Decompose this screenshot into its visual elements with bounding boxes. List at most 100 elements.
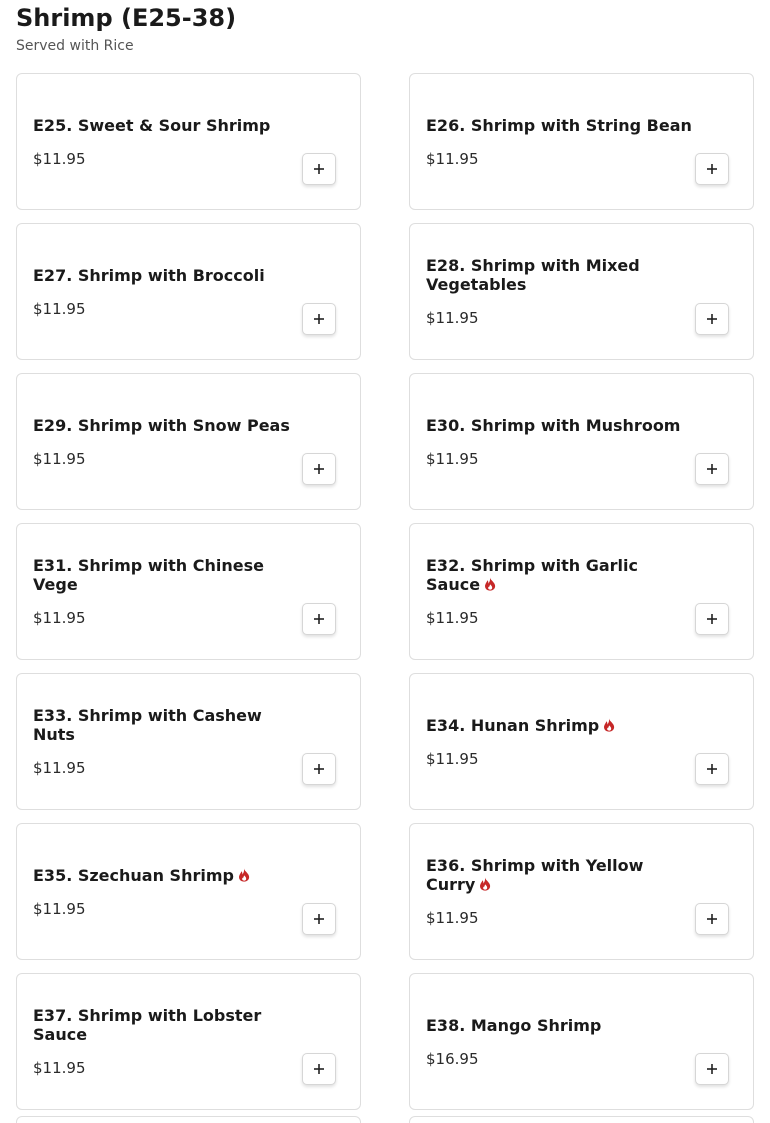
menu-item-price: $11.95 [33,899,86,918]
add-to-cart-button[interactable] [302,453,336,485]
menu-item-card[interactable]: E29. Shrimp with Snow Peas $11.95 [16,373,361,510]
plus-icon [313,613,325,625]
plus-icon [313,463,325,475]
add-to-cart-button[interactable] [302,303,336,335]
add-to-cart-button[interactable] [695,153,729,185]
add-to-cart-button[interactable] [695,303,729,335]
menu-item-name-text: E31. Shrimp with Chinese Vege [33,556,264,594]
menu-item-info: E33. Shrimp with Cashew Nuts $11.95 [33,674,300,809]
menu-item-info: E26. Shrimp with String Bean $11.95 [426,74,693,209]
menu-item-price: $11.95 [33,149,86,168]
flame-icon [238,867,250,882]
plus-icon [706,613,718,625]
add-to-cart-button[interactable] [695,453,729,485]
add-to-cart-button[interactable] [695,1053,729,1085]
add-to-cart-button[interactable] [302,153,336,185]
menu-item-card[interactable]: E33. Shrimp with Cashew Nuts $11.95 [16,673,361,810]
menu-item-info: E32. Shrimp with Garlic Sauce $11.95 [426,524,693,659]
menu-item-card[interactable]: E28. Shrimp with Mixed Vegetables $11.95 [409,223,754,360]
menu-item-card[interactable]: E27. Shrimp with Broccoli $11.95 [16,223,361,360]
menu-item-name-text: E32. Shrimp with Garlic Sauce [426,556,638,594]
section-subtitle: Served with Rice [16,38,134,54]
menu-item-name: E35. Szechuan Shrimp [33,866,300,885]
menu-item-card-partial[interactable] [16,1116,361,1123]
plus-icon [313,163,325,175]
menu-item-card[interactable]: E37. Shrimp with Lobster Sauce $11.95 [16,973,361,1110]
menu-items-grid: E25. Sweet & Sour Shrimp $11.95 E26. Shrim… [16,73,754,1110]
add-to-cart-button[interactable] [302,1053,336,1085]
plus-icon [313,313,325,325]
menu-item-name: E29. Shrimp with Snow Peas [33,416,300,435]
menu-item-card[interactable]: E36. Shrimp with Yellow Curry $11.95 [409,823,754,960]
menu-item-name-text: E28. Shrimp with Mixed Vegetables [426,256,640,294]
menu-item-info: E30. Shrimp with Mushroom $11.95 [426,374,693,509]
add-to-cart-button[interactable] [695,603,729,635]
menu-item-card[interactable]: E25. Sweet & Sour Shrimp $11.95 [16,73,361,210]
menu-item-info: E29. Shrimp with Snow Peas $11.95 [33,374,300,509]
menu-item-name-text: E27. Shrimp with Broccoli [33,265,265,285]
menu-item-price: $11.95 [426,909,479,927]
menu-item-name-text: E30. Shrimp with Mushroom [426,415,681,435]
menu-item-card[interactable]: E31. Shrimp with Chinese Vege $11.95 [16,523,361,660]
menu-item-name: E38. Mango Shrimp [426,1016,693,1035]
menu-item-name-text: E29. Shrimp with Snow Peas [33,415,290,435]
add-to-cart-button[interactable] [302,903,336,935]
menu-item-price: $11.95 [426,149,479,168]
menu-item-card[interactable]: E35. Szechuan Shrimp $11.95 [16,823,361,960]
plus-icon [706,313,718,325]
menu-item-price: $11.95 [33,1059,86,1077]
menu-item-name: E27. Shrimp with Broccoli [33,266,300,285]
menu-item-info: E34. Hunan Shrimp $11.95 [426,674,693,809]
flame-icon [479,876,491,891]
menu-item-name: E30. Shrimp with Mushroom [426,416,693,435]
menu-item-card[interactable]: E38. Mango Shrimp $16.95 [409,973,754,1110]
menu-item-name: E36. Shrimp with Yellow Curry [426,856,693,894]
menu-item-price: $11.95 [33,299,86,318]
menu-item-price: $11.95 [33,609,86,627]
menu-item-name-text: E26. Shrimp with String Bean [426,115,692,135]
menu-item-price: $11.95 [426,749,479,768]
plus-icon [706,913,718,925]
plus-icon [706,1063,718,1075]
menu-item-name-text: E36. Shrimp with Yellow Curry [426,856,644,894]
menu-item-name: E26. Shrimp with String Bean [426,116,693,135]
menu-item-name-text: E34. Hunan Shrimp [426,715,600,735]
menu-item-info: E31. Shrimp with Chinese Vege $11.95 [33,524,300,659]
menu-item-info: E35. Szechuan Shrimp $11.95 [33,824,300,959]
menu-item-name: E37. Shrimp with Lobster Sauce [33,1006,300,1044]
menu-item-name: E34. Hunan Shrimp [426,716,693,735]
menu-item-info: E36. Shrimp with Yellow Curry $11.95 [426,824,693,959]
add-to-cart-button[interactable] [695,903,729,935]
menu-item-name: E33. Shrimp with Cashew Nuts [33,706,300,744]
menu-item-card[interactable]: E34. Hunan Shrimp $11.95 [409,673,754,810]
plus-icon [313,763,325,775]
menu-item-info: E37. Shrimp with Lobster Sauce $11.95 [33,974,300,1109]
menu-item-name-text: E37. Shrimp with Lobster Sauce [33,1006,262,1044]
menu-item-name-text: E35. Szechuan Shrimp [33,865,234,885]
menu-item-card-partial[interactable] [409,1116,754,1123]
plus-icon [706,163,718,175]
menu-item-info: E38. Mango Shrimp $16.95 [426,974,693,1109]
menu-item-card[interactable]: E32. Shrimp with Garlic Sauce $11.95 [409,523,754,660]
menu-item-card[interactable]: E26. Shrimp with String Bean $11.95 [409,73,754,210]
menu-item-price: $11.95 [33,449,86,468]
menu-item-name-text: E33. Shrimp with Cashew Nuts [33,706,262,744]
menu-item-info: E27. Shrimp with Broccoli $11.95 [33,224,300,359]
menu-item-card[interactable]: E30. Shrimp with Mushroom $11.95 [409,373,754,510]
menu-item-price: $11.95 [426,609,479,627]
add-to-cart-button[interactable] [302,603,336,635]
menu-item-price: $11.95 [33,759,86,777]
add-to-cart-button[interactable] [695,753,729,785]
menu-item-price: $16.95 [426,1049,479,1068]
menu-item-price: $11.95 [426,309,479,327]
add-to-cart-button[interactable] [302,753,336,785]
plus-icon [313,913,325,925]
plus-icon [706,763,718,775]
menu-item-name-text: E25. Sweet & Sour Shrimp [33,115,271,135]
menu-item-name: E28. Shrimp with Mixed Vegetables [426,256,693,294]
menu-item-name: E31. Shrimp with Chinese Vege [33,556,300,594]
menu-page: Shrimp (E25-38) Served with Rice E25. Sw… [0,0,770,1123]
menu-item-info: E25. Sweet & Sour Shrimp $11.95 [33,74,300,209]
menu-item-name: E25. Sweet & Sour Shrimp [33,116,300,135]
menu-item-name: E32. Shrimp with Garlic Sauce [426,556,693,594]
